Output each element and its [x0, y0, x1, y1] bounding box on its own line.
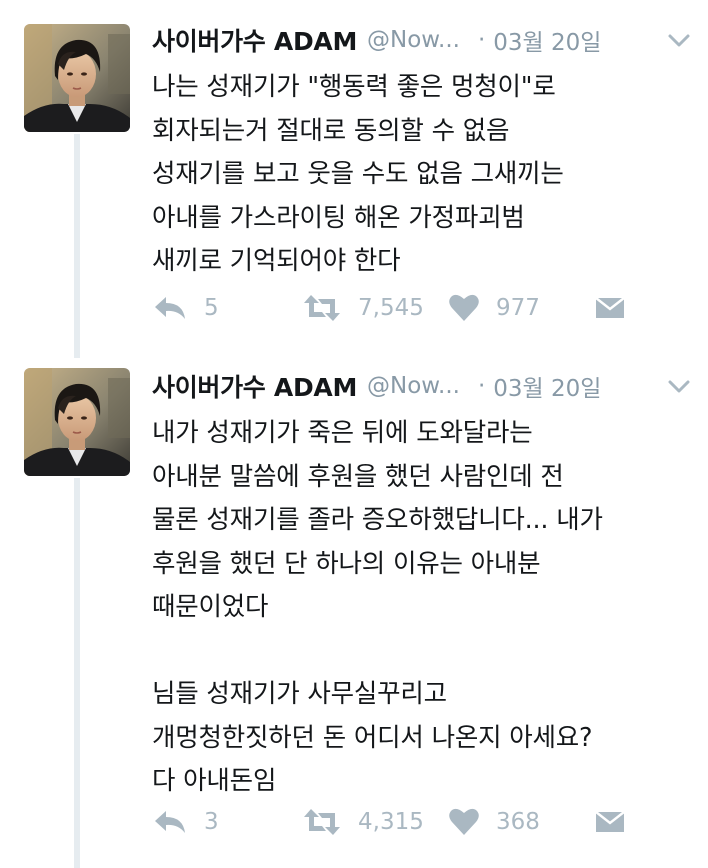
- like-button[interactable]: 977: [448, 288, 540, 328]
- tweet-content: 사이버가수 ADAM @Now... · 03월 20일 나는 성재기가 "행동…: [152, 20, 696, 284]
- reply-count: 3: [204, 809, 219, 835]
- tweet-content: 사이버가수 ADAM @Now... · 03월 20일 내가 성재기가 죽은 …: [152, 366, 696, 804]
- retweet-count: 7,545: [358, 295, 424, 321]
- reply-icon: [155, 297, 185, 319]
- retweet-icon: [304, 295, 340, 321]
- direct-message-button[interactable]: [594, 288, 626, 328]
- like-count: 977: [496, 295, 540, 321]
- avatar[interactable]: [24, 24, 130, 132]
- retweet-count: 4,315: [358, 809, 424, 835]
- tweet-date[interactable]: 03월 20일: [493, 369, 601, 403]
- tweet-date[interactable]: 03월 20일: [493, 23, 601, 57]
- tweet[interactable]: 사이버가수 ADAM @Now... · 03월 20일 내가 성재기가 죽은 …: [0, 350, 708, 868]
- tweet-actions: 3 4,315 368: [152, 802, 708, 842]
- author-handle[interactable]: @Now...: [367, 27, 460, 53]
- chevron-down-icon[interactable]: [662, 372, 696, 402]
- tweet[interactable]: 사이버가수 ADAM @Now... · 03월 20일 나는 성재기가 "행동…: [0, 0, 708, 358]
- chevron-down-icon[interactable]: [662, 26, 696, 56]
- retweet-button[interactable]: 4,315: [302, 802, 424, 842]
- tweet-header: 사이버가수 ADAM @Now... · 03월 20일: [152, 20, 696, 60]
- thread-line: [74, 478, 80, 868]
- envelope-icon: [595, 811, 625, 832]
- thread-line: [74, 134, 80, 358]
- envelope-icon: [595, 297, 625, 318]
- reply-button[interactable]: 3: [152, 802, 219, 842]
- tweet-header: 사이버가수 ADAM @Now... · 03월 20일: [152, 366, 696, 406]
- author-name[interactable]: 사이버가수 ADAM: [152, 22, 357, 58]
- avatar-image: [24, 24, 130, 132]
- tweet-text: 내가 성재기가 죽은 뒤에 도와달라는 아내분 말씀에 후원을 했던 사람인데 …: [152, 418, 603, 796]
- avatar[interactable]: [24, 368, 130, 476]
- heart-icon: [449, 294, 479, 321]
- avatar-image: [24, 368, 130, 476]
- heart-icon: [449, 808, 479, 835]
- author-name[interactable]: 사이버가수 ADAM: [152, 368, 357, 404]
- direct-message-button[interactable]: [594, 802, 626, 842]
- separator-dot: ·: [477, 373, 486, 399]
- tweet-actions: 5 7,545 977: [152, 288, 708, 328]
- like-count: 368: [496, 809, 540, 835]
- separator-dot: ·: [477, 27, 486, 53]
- reply-count: 5: [204, 295, 219, 321]
- retweet-icon: [304, 809, 340, 835]
- like-button[interactable]: 368: [448, 802, 540, 842]
- reply-button[interactable]: 5: [152, 288, 219, 328]
- reply-icon: [155, 811, 185, 833]
- author-handle[interactable]: @Now...: [367, 373, 460, 399]
- retweet-button[interactable]: 7,545: [302, 288, 424, 328]
- tweet-text: 나는 성재기가 "행동력 좋은 멍청이"로 회자되는거 절대로 동의할 수 없음…: [152, 72, 564, 276]
